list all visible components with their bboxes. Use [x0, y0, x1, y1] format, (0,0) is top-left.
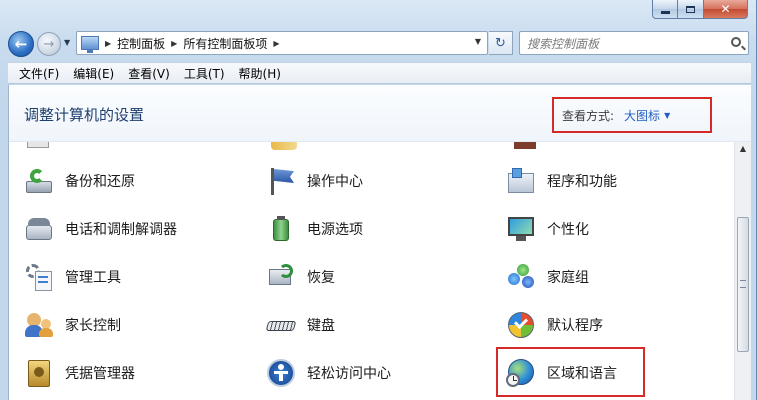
forward-arrow-icon: →: [43, 36, 55, 52]
forward-button[interactable]: →: [37, 32, 61, 56]
item-label: 凭据管理器: [65, 366, 135, 382]
region-language-highlight: [496, 347, 645, 397]
item-credential-manager[interactable]: 凭据管理器: [23, 353, 135, 393]
default-programs-icon: [505, 309, 537, 341]
item-label: 默认程序: [547, 318, 603, 334]
address-bar[interactable]: ▶ 控制面板 ▶ 所有控制面板项 ▶ ▼: [76, 31, 488, 55]
menu-tools[interactable]: 工具(T): [177, 65, 232, 82]
item-label: 管理工具: [65, 270, 121, 286]
item-admin-tools[interactable]: 管理工具: [23, 257, 121, 297]
item-label: 家长控制: [65, 318, 121, 334]
item-phone-modem[interactable]: 电话和调制解调器: [23, 209, 177, 249]
item-label: 备份和还原: [65, 174, 135, 190]
item-label: 电话和调制解调器: [65, 222, 177, 238]
recent-pages-dropdown[interactable]: ▼: [64, 38, 70, 47]
back-arrow-icon: ←: [14, 35, 28, 53]
credential-manager-icon: [23, 357, 55, 389]
refresh-button[interactable]: ↻: [489, 31, 513, 55]
scroll-up-arrow-icon[interactable]: ▲: [735, 144, 751, 158]
view-by-highlight: 查看方式: 大图标 ▼: [552, 97, 712, 133]
grip-icon: [740, 280, 746, 288]
menu-bar: 文件(F) 编辑(E) 查看(V) 工具(T) 帮助(H): [8, 62, 751, 84]
item-label: 轻松访问中心: [307, 366, 391, 382]
breadcrumb-control-panel[interactable]: 控制面板: [117, 35, 165, 52]
item-label: 家庭组: [547, 270, 589, 286]
ease-of-access-icon: [265, 357, 297, 389]
item-backup-restore[interactable]: 备份和还原: [23, 161, 135, 201]
clipped-item-icon: [514, 142, 536, 149]
minimize-icon: [660, 10, 670, 14]
minimize-button[interactable]: [652, 0, 678, 19]
breadcrumb-separator-icon[interactable]: ▶: [273, 39, 279, 48]
power-options-icon: [265, 213, 297, 245]
menu-edit[interactable]: 编辑(E): [66, 65, 121, 82]
address-dropdown-icon[interactable]: ▼: [475, 37, 481, 46]
scrollbar-thumb[interactable]: [737, 217, 749, 352]
breadcrumb-separator-icon[interactable]: ▶: [171, 39, 177, 48]
item-programs-features[interactable]: 程序和功能: [505, 161, 617, 201]
admin-tools-icon: [23, 261, 55, 293]
control-panel-monitor-icon: [81, 36, 99, 53]
close-icon: ✕: [720, 2, 731, 16]
item-label: 电源选项: [307, 222, 363, 238]
clipped-item-icon: [27, 142, 49, 148]
back-button[interactable]: ←: [8, 31, 34, 57]
backup-restore-icon: [23, 165, 55, 197]
item-label: 个性化: [547, 222, 589, 238]
maximize-button[interactable]: [678, 0, 704, 19]
search-icon[interactable]: [731, 37, 741, 47]
content-pane: 调整计算机的设置 查看方式: 大图标 ▼ 备份和还原 操作中心 程序和功能 电话…: [8, 85, 751, 400]
item-default-programs[interactable]: 默认程序: [505, 305, 603, 345]
item-label: 程序和功能: [547, 174, 617, 190]
programs-features-icon: [505, 165, 537, 197]
personalization-icon: [505, 213, 537, 245]
item-recovery[interactable]: 恢复: [265, 257, 335, 297]
recovery-icon: [265, 261, 297, 293]
item-parental-controls[interactable]: 家长控制: [23, 305, 121, 345]
content-header: 调整计算机的设置 查看方式: 大图标 ▼: [9, 85, 751, 142]
control-panel-window: ✕ ← → ▼ ▶ 控制面板 ▶ 所有控制面板项 ▶ ▼ ↻ 搜索控制面板 文件…: [0, 0, 757, 400]
navigation-bar: ← → ▼ ▶ 控制面板 ▶ 所有控制面板项 ▶ ▼ ↻ 搜索控制面板: [0, 28, 757, 60]
vertical-scrollbar[interactable]: ▲: [734, 142, 751, 400]
item-label: 键盘: [307, 318, 335, 334]
item-personalization[interactable]: 个性化: [505, 209, 589, 249]
menu-file[interactable]: 文件(F): [12, 65, 66, 82]
close-button[interactable]: ✕: [704, 0, 748, 19]
caption-buttons: ✕: [652, 0, 748, 19]
item-ease-of-access[interactable]: 轻松访问中心: [265, 353, 391, 393]
view-by-dropdown[interactable]: 大图标: [624, 107, 660, 124]
menu-help[interactable]: 帮助(H): [232, 65, 288, 82]
menu-view[interactable]: 查看(V): [121, 65, 177, 82]
chevron-down-icon[interactable]: ▼: [664, 111, 670, 120]
search-placeholder: 搜索控制面板: [527, 36, 600, 51]
breadcrumb-separator-icon[interactable]: ▶: [105, 39, 111, 48]
keyboard-icon: [265, 309, 297, 341]
search-input[interactable]: 搜索控制面板: [519, 31, 749, 55]
breadcrumb-all-items[interactable]: 所有控制面板项: [183, 35, 267, 52]
item-action-center[interactable]: 操作中心: [265, 161, 363, 201]
phone-modem-icon: [23, 213, 55, 245]
homegroup-icon: [505, 261, 537, 293]
item-label: 操作中心: [307, 174, 363, 190]
action-center-flag-icon: [265, 165, 297, 197]
control-panel-items: 备份和还原 操作中心 程序和功能 电话和调制解调器 电源选项 个性化 管理工具 …: [9, 142, 734, 400]
maximize-icon: [686, 5, 695, 13]
clipped-item-icon: [271, 142, 297, 150]
page-title: 调整计算机的设置: [24, 106, 145, 124]
item-power-options[interactable]: 电源选项: [265, 209, 363, 249]
parental-controls-icon: [23, 309, 55, 341]
refresh-icon: ↻: [495, 35, 506, 51]
item-keyboard[interactable]: 键盘: [265, 305, 335, 345]
item-homegroup[interactable]: 家庭组: [505, 257, 589, 297]
item-label: 恢复: [307, 270, 335, 286]
view-by-label: 查看方式:: [562, 108, 615, 123]
